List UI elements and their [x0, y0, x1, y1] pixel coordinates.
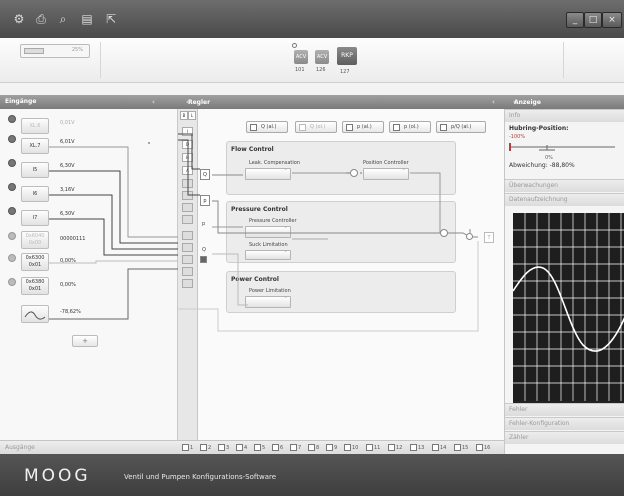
- sum-node-icon: [350, 169, 358, 177]
- device-number: 126: [316, 67, 326, 73]
- display-title: Anzeige: [513, 99, 541, 106]
- device-101[interactable]: ACV: [294, 50, 308, 64]
- inputs-panel-header: Eingänge ‹: [0, 95, 178, 109]
- divider: [100, 42, 101, 78]
- channel-checkbox-11[interactable]: 11: [366, 444, 380, 452]
- section-errors[interactable]: Fehler: [505, 403, 624, 416]
- title-bar: ⚙ ⎙ ⌕ ▤ ⇱ _ □ ×: [0, 0, 624, 38]
- device-number: 127: [340, 69, 350, 75]
- display-panel-header: ‹ Anzeige: [504, 95, 624, 109]
- footer-bar: MOOG Ventil und Pumpen Konfigurations-So…: [0, 454, 624, 496]
- channel-checkbox-4[interactable]: 4: [236, 444, 247, 452]
- moog-logo: MOOG: [24, 466, 91, 486]
- collapse-icon[interactable]: ‹: [152, 95, 155, 109]
- sum-node-icon: [440, 229, 448, 237]
- channel-checkbox-12[interactable]: 12: [388, 444, 402, 452]
- close-button[interactable]: ×: [602, 12, 622, 28]
- slider-mid-label: 0%: [545, 155, 553, 161]
- switch-node-icon: [466, 233, 473, 240]
- channel-checkbox-13[interactable]: 13: [410, 444, 424, 452]
- print-icon[interactable]: ⎙: [34, 12, 48, 26]
- collapse-icon[interactable]: ‹: [513, 98, 516, 106]
- collapse-icon[interactable]: ‹: [492, 95, 495, 109]
- channel-checkbox-8[interactable]: 8: [308, 444, 319, 452]
- channel-checkbox-14[interactable]: 14: [432, 444, 446, 452]
- hub-position-value: -100%: [509, 134, 526, 140]
- channel-checkbox-15[interactable]: 15: [454, 444, 468, 452]
- oscilloscope-display: [513, 213, 624, 403]
- control-wiring: [178, 133, 479, 332]
- channel-checkbox-10[interactable]: 10: [344, 444, 358, 452]
- section-data-recording[interactable]: Datenaufzeichnung: [505, 193, 624, 206]
- controller-panel-header: ‹ Regler ‹: [178, 95, 504, 109]
- hub-position-slider[interactable]: [509, 143, 617, 153]
- settings-icon[interactable]: ⚙: [12, 12, 26, 26]
- outputs-panel-header[interactable]: Ausgänge: [0, 440, 178, 454]
- section-error-config[interactable]: Fehler-Konfiguration: [505, 417, 624, 430]
- device-number: 101: [295, 67, 305, 73]
- minimize-button[interactable]: _: [566, 12, 584, 28]
- network-percent: 25%: [71, 47, 83, 53]
- channel-bar: 1 2 3 4 5 6 7 8 9 10 11 12 13 14 15 16: [178, 440, 504, 454]
- inputs-title: Eingänge: [5, 98, 37, 105]
- section-counter[interactable]: Zähler: [505, 431, 624, 444]
- channel-checkbox-7[interactable]: 7: [290, 444, 301, 452]
- divider: [563, 42, 564, 78]
- maximize-button[interactable]: □: [584, 12, 602, 28]
- search-icon[interactable]: ⌕: [56, 12, 70, 26]
- section-info[interactable]: Info: [505, 109, 624, 122]
- collapse-icon[interactable]: ‹: [186, 98, 189, 106]
- channel-checkbox-1[interactable]: 1: [182, 444, 193, 452]
- outputs-title: Ausgänge: [5, 444, 35, 451]
- display-panel: Info Hubring-Position: -100% 0% Abweichu…: [504, 109, 624, 454]
- controller-title: Regler: [187, 99, 211, 106]
- network-progress-bar: [24, 48, 44, 54]
- channel-checkbox-2[interactable]: 2: [200, 444, 211, 452]
- channel-checkbox-6[interactable]: 6: [272, 444, 283, 452]
- channel-checkbox-9[interactable]: 9: [326, 444, 337, 452]
- active-device-marker: [292, 43, 297, 48]
- hub-position-title: Hubring-Position:: [509, 125, 569, 132]
- channel-checkbox-5[interactable]: 5: [254, 444, 265, 452]
- device-strip: 25% ACV ACV RKP 101 126 127: [0, 38, 624, 83]
- network-progress: 25%: [20, 44, 90, 58]
- section-monitoring[interactable]: Überwachungen: [505, 179, 624, 192]
- input-wiring: [49, 142, 178, 320]
- device-127[interactable]: RKP: [337, 47, 357, 65]
- channel-checkbox-3[interactable]: 3: [218, 444, 229, 452]
- channel-checkbox-16[interactable]: 16: [476, 444, 490, 452]
- deviation-value: Abweichung: -88,80%: [509, 162, 575, 169]
- inputs-panel: XL.6 0,01V XL.7 6,01V I5 6,30V I6 3,16V …: [0, 109, 178, 454]
- device-126[interactable]: ACV: [315, 50, 329, 64]
- export-icon[interactable]: ⇱: [104, 12, 118, 26]
- app-window: ⚙ ⎙ ⌕ ▤ ⇱ _ □ × 25% ACV ACV RKP 101 126 …: [0, 0, 624, 496]
- controller-panel: B L I D H A Q (al.) Q (ol.) p (al.) p (o…: [178, 109, 504, 454]
- app-tagline: Ventil und Pumpen Konfigurations-Softwar…: [124, 473, 277, 481]
- save-icon[interactable]: ▤: [80, 12, 94, 26]
